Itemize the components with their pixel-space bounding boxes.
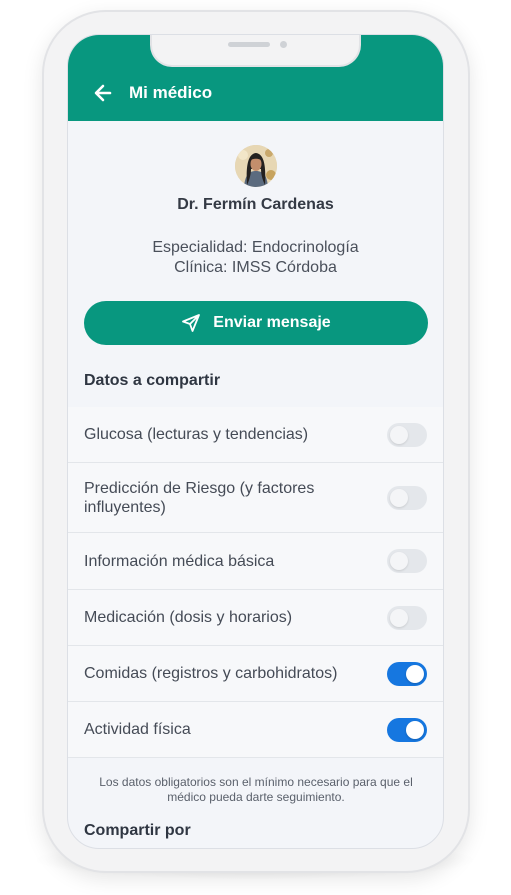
share-item-label: Predicción de Riesgo (y factores influye… [84, 479, 315, 516]
share-item-label: Actividad física [84, 721, 191, 738]
share-item-glucose[interactable]: Glucosa (lecturas y tendencias) [68, 407, 443, 463]
camera-icon [280, 41, 287, 48]
toggle-knob [390, 425, 408, 444]
toggle-knob [390, 608, 408, 627]
share-item-medication[interactable]: Medicación (dosis y horarios) [68, 590, 443, 646]
send-message-label: Enviar mensaje [213, 314, 331, 331]
page-title: Mi médico [129, 83, 213, 102]
doctor-avatar [235, 145, 277, 187]
share-item-label: Glucosa (lecturas y tendencias) [84, 426, 309, 443]
toggle-knob [406, 720, 424, 739]
share-item-meals[interactable]: Comidas (registros y carbohidratos) [68, 646, 443, 702]
doctor-specialty: Especialidad: Endocrinología [152, 239, 359, 256]
speaker-icon [228, 42, 270, 47]
share-item-label: Información médica básica [84, 552, 275, 570]
share-item-physical-activity[interactable]: Actividad física [68, 702, 443, 758]
section-title-shared-data: Datos a compartir [84, 372, 221, 389]
toggle-risk-prediction[interactable] [387, 485, 427, 510]
device-notch [150, 35, 361, 67]
share-item-label: Medicación (dosis y horarios) [84, 609, 293, 626]
mandatory-data-note: Los datos obligatorios son el mínimo nec… [99, 775, 413, 804]
shared-data-list: Glucosa (lecturas y tendencias) Predicci… [68, 407, 443, 758]
toggle-basic-medical-info[interactable] [387, 549, 427, 573]
avatar-image [235, 145, 277, 187]
toggle-knob [390, 488, 408, 507]
share-item-risk-prediction[interactable]: Predicción de Riesgo (y factores influye… [68, 463, 443, 533]
section-title-share-by: Compartir por [84, 822, 191, 839]
share-item-label: Comidas (registros y carbohidratos) [84, 665, 338, 682]
app-screen: Mi médico Dr. Fermín Cardenas Especialid… [67, 34, 444, 849]
arrow-left-icon [94, 84, 112, 102]
share-item-basic-medical-info[interactable]: Información médica básica [68, 533, 443, 590]
toggle-physical-activity[interactable] [387, 717, 427, 742]
doctor-clinic: Clínica: IMSS Córdoba [174, 259, 337, 276]
toggle-glucose[interactable] [387, 422, 427, 447]
toggle-knob [390, 552, 408, 570]
toggle-knob [406, 664, 424, 683]
send-message-button[interactable]: Enviar mensaje [84, 301, 428, 345]
back-button[interactable] [90, 79, 118, 107]
toggle-medication[interactable] [387, 605, 427, 630]
doctor-name: Dr. Fermín Cardenas [177, 196, 334, 213]
toggle-meals[interactable] [387, 661, 427, 686]
send-icon [182, 314, 201, 332]
